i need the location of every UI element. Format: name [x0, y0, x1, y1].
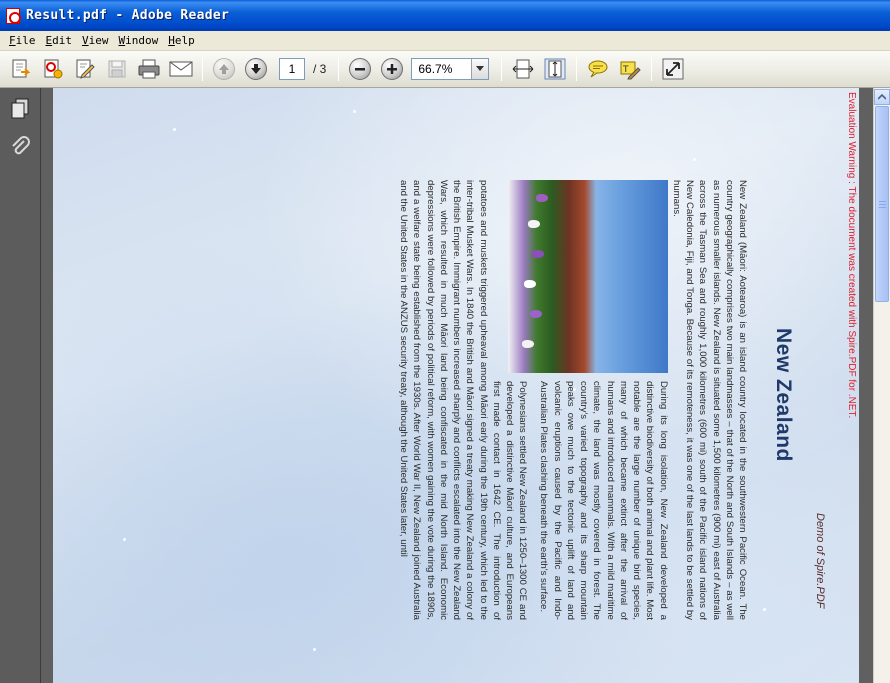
zoom-in-button[interactable] [379, 56, 405, 82]
fit-width-icon[interactable] [510, 56, 536, 82]
toolbar-separator [338, 57, 340, 81]
chevron-down-icon[interactable] [471, 59, 489, 79]
rotated-page-content: Evaluation Warning : The document was cr… [53, 88, 859, 683]
page-total: / 3 [313, 62, 327, 76]
adobe-reader-icon [6, 7, 21, 24]
pages-icon[interactable] [5, 94, 35, 124]
menu-window[interactable]: Window [114, 34, 164, 47]
demo-label: Demo of Spire.PDF [814, 513, 826, 609]
evaluation-warning: Evaluation Warning : The document was cr… [846, 92, 857, 419]
save-icon [104, 56, 130, 82]
minus-icon [349, 58, 372, 80]
print-icon[interactable] [136, 56, 162, 82]
email-icon[interactable] [168, 56, 194, 82]
toolbar-separator [576, 57, 578, 81]
create-pdf-icon[interactable] [40, 56, 66, 82]
tulip [529, 310, 542, 318]
tulip [523, 280, 536, 288]
thumb-grip [879, 204, 886, 205]
navigation-panel [0, 88, 41, 683]
menu-file[interactable]: File [4, 34, 41, 47]
edit-icon[interactable] [72, 56, 98, 82]
arrow-down-icon [245, 58, 267, 80]
thumb-grip [879, 201, 886, 202]
title-bar: Result.pdf - Adobe Reader [0, 0, 890, 31]
toolbar-separator [651, 57, 653, 81]
toolbar-separator [501, 57, 503, 81]
zoom-select[interactable]: 66.7% [411, 58, 490, 80]
next-page-button[interactable] [243, 56, 269, 82]
zoom-out-button[interactable] [347, 56, 373, 82]
toolbar: 1 / 3 66.7% T [0, 51, 890, 88]
full-screen-icon[interactable] [660, 56, 686, 82]
open-icon[interactable] [8, 56, 34, 82]
previous-page-button[interactable] [211, 56, 237, 82]
highlight-icon[interactable]: T [617, 56, 643, 82]
menu-bar: File Edit View Window Help [0, 31, 890, 51]
pdf-page: Evaluation Warning : The document was cr… [53, 88, 859, 683]
garden-photo [507, 180, 668, 373]
menu-edit[interactable]: Edit [41, 34, 78, 47]
page-number-input[interactable]: 1 [279, 58, 305, 80]
document-body: New Zealand (Māori: Aotearoa) is an isla… [397, 180, 749, 620]
comment-icon[interactable] [585, 56, 611, 82]
tulip [527, 220, 540, 228]
paragraph: New Zealand (Māori: Aotearoa) is an isla… [670, 180, 748, 620]
menu-view[interactable]: View [77, 34, 114, 47]
document-title: New Zealand [772, 328, 795, 462]
menu-help[interactable]: Help [163, 34, 200, 47]
document-viewport[interactable]: Evaluation Warning : The document was cr… [41, 88, 873, 683]
arrow-up-icon [213, 58, 235, 80]
scroll-up-button[interactable] [874, 89, 890, 105]
attachment-icon[interactable] [5, 132, 35, 162]
toolbar-separator [202, 57, 203, 81]
tulip [531, 250, 544, 258]
scroll-thumb[interactable] [875, 106, 889, 302]
window-title: Result.pdf - Adobe Reader [26, 8, 230, 23]
zoom-value: 66.7% [418, 62, 453, 76]
tulip [535, 194, 548, 202]
thumb-grip [879, 207, 886, 208]
vertical-scrollbar[interactable] [873, 88, 890, 683]
svg-text:T: T [622, 65, 629, 75]
fit-page-icon[interactable] [542, 56, 568, 82]
tulip [521, 340, 534, 348]
plus-icon [381, 58, 404, 80]
